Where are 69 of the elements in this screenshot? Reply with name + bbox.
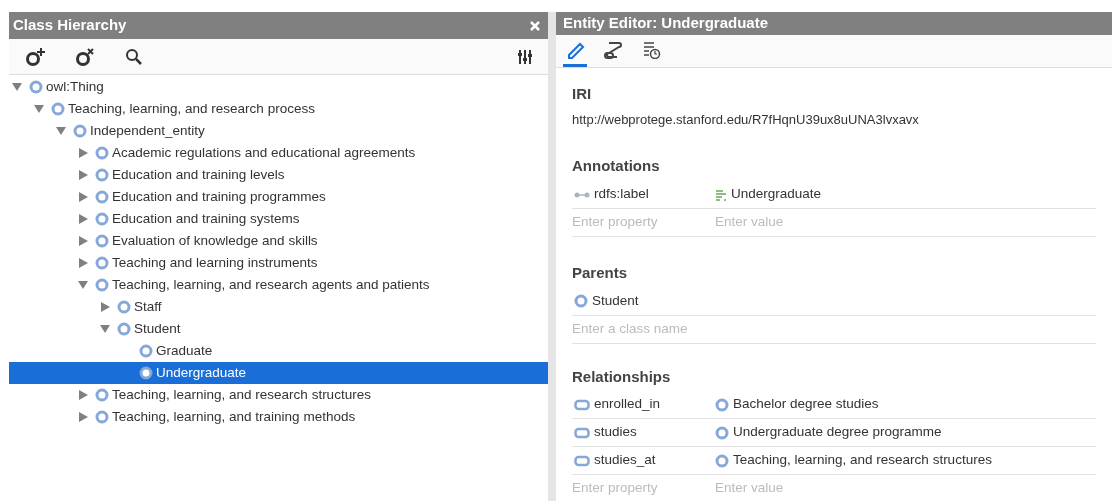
tree-item[interactable]: Teaching, learning, and research process: [9, 98, 548, 120]
class-icon: [715, 453, 729, 468]
class-icon: [117, 322, 131, 336]
parent-class[interactable]: Student: [592, 290, 639, 312]
property-name[interactable]: studies: [594, 422, 637, 443]
class-icon: [51, 102, 65, 116]
tree-item[interactable]: Independent_entity: [9, 120, 548, 142]
panel-title: Class Hierarchy: [13, 15, 127, 36]
tree-item[interactable]: Education and training systems: [9, 208, 548, 230]
section-heading: IRI: [572, 83, 593, 104]
tree-item[interactable]: Teaching and learning instruments: [9, 252, 548, 274]
annotation-property-icon: [574, 190, 590, 199]
property-field[interactable]: Enter a class name: [572, 318, 1096, 340]
class-icon: [95, 168, 109, 182]
section-heading: Relationships: [572, 366, 672, 387]
class-icon: [29, 80, 43, 94]
class-icon: [95, 234, 109, 248]
panel-title: Entity Editor: Undergraduate: [563, 13, 768, 33]
property-name[interactable]: rdfs:label: [594, 184, 649, 205]
section-heading: Parents: [572, 263, 629, 283]
class-icon: [95, 190, 109, 204]
connector-icon: [603, 39, 623, 59]
property-field[interactable]: Enter property: [572, 212, 715, 233]
search-icon[interactable]: [125, 47, 143, 66]
close-icon[interactable]: [530, 20, 540, 31]
literal-icon: [715, 188, 727, 201]
property-value[interactable]: Teaching, learning, and research structures: [733, 450, 992, 471]
property-value[interactable]: Undergraduate: [731, 184, 822, 205]
tree-item[interactable]: Teaching, learning, and research agents and patients: [9, 274, 548, 296]
history-icon: [641, 39, 661, 59]
tree-item[interactable]: Teaching, learning, and research structures: [9, 384, 548, 406]
settings-icon[interactable]: [518, 48, 532, 65]
iri-text: http://webprotege.stanford.edu/R7fHqnU39ux8uUNA3lvxavx: [572, 111, 920, 129]
property-value[interactable]: Undergraduate degree programme: [733, 422, 942, 443]
class-icon: [95, 410, 109, 424]
property-name[interactable]: studies_at: [594, 450, 656, 471]
class-icon: [95, 278, 109, 292]
tree-item[interactable]: Student: [9, 318, 548, 340]
property-icon: [574, 426, 590, 439]
class-icon: [95, 256, 109, 270]
tree-item[interactable]: Teaching, learning, and training methods: [9, 406, 548, 428]
class-icon: [73, 124, 87, 138]
class-icon: [95, 388, 109, 402]
class-icon: [139, 344, 153, 358]
tree-item[interactable]: Education and training programmes: [9, 186, 548, 208]
tree-item[interactable]: Education and training levels: [9, 164, 548, 186]
tree-item[interactable]: Undergraduate: [9, 362, 548, 384]
value-field[interactable]: Enter value: [715, 212, 1096, 233]
class-icon: [95, 146, 109, 160]
property-icon: [574, 398, 590, 411]
delete-class-icon[interactable]: [75, 46, 97, 67]
tree-item[interactable]: Graduate: [9, 340, 548, 362]
class-icon: [139, 366, 153, 380]
property-name[interactable]: enrolled_in: [594, 394, 661, 415]
property-field[interactable]: Enter property: [572, 478, 715, 499]
class-icon: [117, 300, 131, 314]
tree-item[interactable]: Evaluation of knowledge and skills: [9, 230, 548, 252]
class-icon: [715, 397, 729, 412]
class-icon: [95, 212, 109, 226]
class-icon: [574, 294, 588, 308]
property-icon: [574, 454, 590, 467]
property-value[interactable]: Bachelor degree studies: [733, 394, 879, 415]
section-heading: Annotations: [572, 155, 661, 176]
value-field[interactable]: Enter value: [715, 478, 1096, 499]
tree-item[interactable]: Academic regulations and educational agreements: [9, 142, 548, 164]
add-class-icon[interactable]: [25, 46, 47, 67]
tree-item[interactable]: Staff: [9, 296, 548, 318]
tree-item[interactable]: owl:Thing: [9, 76, 548, 98]
class-icon: [715, 425, 729, 440]
